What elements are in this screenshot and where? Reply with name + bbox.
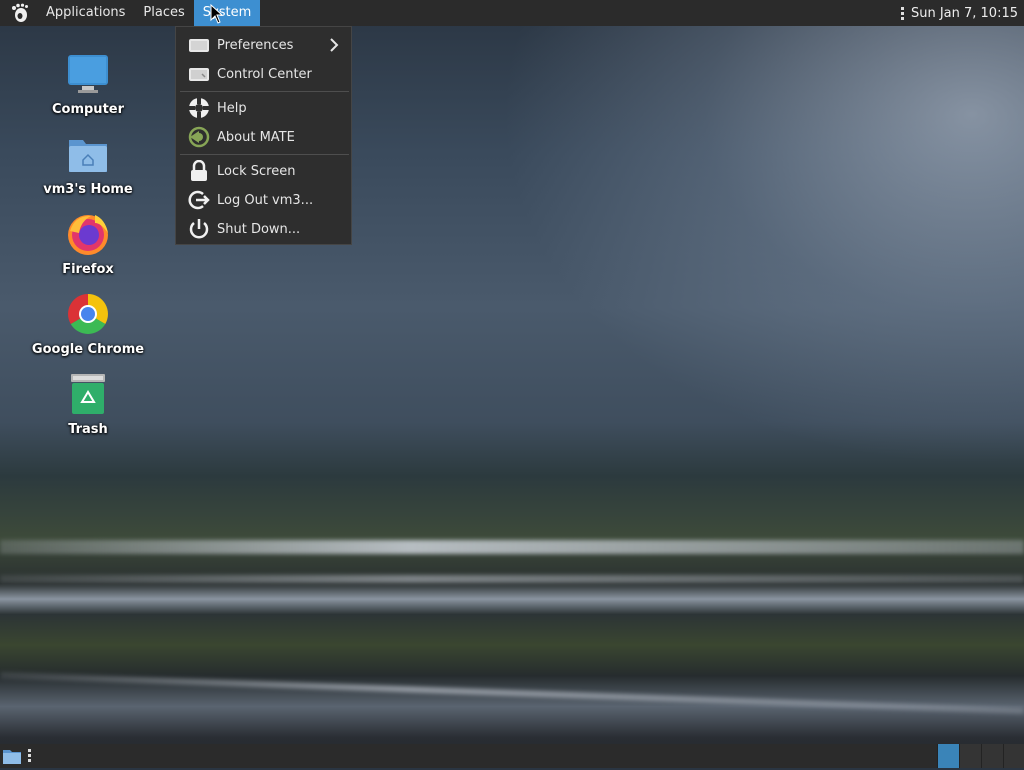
mouse-cursor-icon [210, 4, 224, 24]
menu-item-help[interactable]: Help [176, 94, 351, 122]
desktop-icon-label: Computer [51, 102, 125, 117]
workspace-3[interactable] [981, 744, 1003, 768]
system-menu[interactable]: System [193, 0, 261, 26]
gnome-foot-icon[interactable] [9, 2, 31, 24]
desktop-icon-trash[interactable]: Trash [28, 370, 148, 437]
chrome-icon [64, 290, 112, 338]
workspace-1[interactable] [937, 744, 959, 768]
menu-item-control-center[interactable]: Control Center [176, 60, 351, 88]
menu-item-shut-down[interactable]: Shut Down... [176, 215, 351, 243]
workspace-2[interactable] [959, 744, 981, 768]
desktop-icon-firefox[interactable]: Firefox [28, 210, 148, 277]
desktop-icon-label: Firefox [62, 262, 114, 277]
show-desktop-icon[interactable] [2, 746, 22, 766]
desktop-icon-label: vm3's Home [43, 182, 133, 197]
wallpaper-road-streak [0, 672, 1024, 714]
menu-item-label: Shut Down... [217, 221, 301, 237]
desktop-icon-home[interactable]: vm3's Home [28, 130, 148, 197]
menu-separator [180, 154, 349, 155]
control-center-icon [187, 63, 211, 85]
firefox-icon [64, 210, 112, 258]
desktop-icon-chrome[interactable]: Google Chrome [28, 290, 148, 357]
panel-handle-icon[interactable] [28, 749, 31, 762]
desktop-icon-computer[interactable]: Computer [28, 50, 148, 117]
menu-separator [180, 91, 349, 92]
menu-item-log-out[interactable]: Log Out vm3... [176, 186, 351, 214]
wallpaper-sky-glow [500, 26, 1024, 466]
mate-logo-icon [187, 126, 211, 148]
trash-icon [64, 370, 112, 418]
home-folder-icon [64, 130, 112, 178]
menu-item-about-mate[interactable]: About MATE [176, 123, 351, 151]
preferences-icon [187, 34, 211, 56]
places-menu[interactable]: Places [134, 0, 193, 26]
menu-item-label: About MATE [217, 129, 295, 145]
wallpaper-road-streak [0, 540, 1024, 554]
bottom-panel [0, 744, 1024, 768]
wallpaper-road-streak [0, 575, 1024, 583]
menu-item-preferences[interactable]: Preferences [176, 31, 351, 59]
lock-icon [187, 160, 211, 182]
top-panel: Applications Places System Sun Jan 7, 10… [0, 0, 1024, 26]
menu-item-label: Lock Screen [217, 163, 296, 179]
help-icon [187, 97, 211, 119]
applications-menu[interactable]: Applications [37, 0, 134, 26]
system-dropdown-menu: Preferences Control Center Help About MA… [175, 26, 352, 245]
top-panel-right: Sun Jan 7, 10:15 [900, 0, 1024, 26]
panel-handle-icon[interactable] [900, 6, 904, 20]
workspace-4[interactable] [1003, 744, 1024, 768]
chevron-right-icon [329, 37, 339, 57]
power-icon [187, 218, 211, 240]
computer-icon [64, 50, 112, 98]
clock[interactable]: Sun Jan 7, 10:15 [911, 6, 1018, 21]
menu-item-label: Control Center [217, 66, 312, 82]
menu-item-label: Log Out vm3... [217, 192, 314, 208]
menu-item-label: Help [217, 100, 247, 116]
logout-icon [187, 189, 211, 211]
desktop-icon-label: Google Chrome [31, 342, 145, 357]
menu-item-lock-screen[interactable]: Lock Screen [176, 157, 351, 185]
menu-item-label: Preferences [217, 37, 294, 53]
desktop-icon-label: Trash [68, 422, 108, 437]
